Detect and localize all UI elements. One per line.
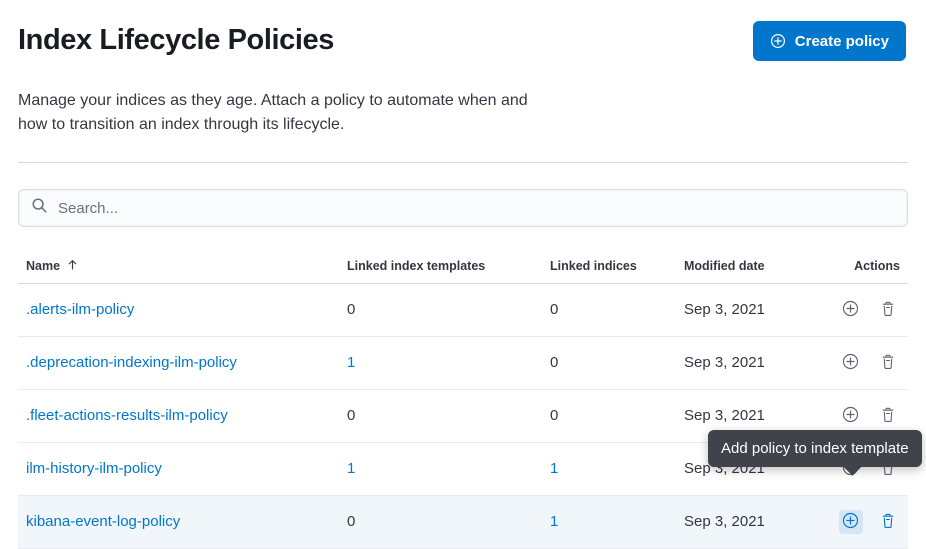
policy-name-link[interactable]: .deprecation-indexing-ilm-policy bbox=[26, 354, 237, 371]
add-policy-to-template-button[interactable] bbox=[839, 351, 863, 375]
tooltip-add-policy-to-template: Add policy to index template bbox=[708, 430, 922, 467]
page-title: Index Lifecycle Policies bbox=[18, 22, 334, 58]
linked-indices-count: 1 bbox=[550, 513, 558, 530]
linked-indices-count: 0 bbox=[550, 354, 558, 371]
linked-templates-count: 0 bbox=[347, 301, 355, 318]
search-input[interactable] bbox=[58, 190, 895, 226]
delete-policy-button[interactable] bbox=[876, 404, 900, 428]
tooltip-text: Add policy to index template bbox=[721, 440, 909, 457]
create-policy-label: Create policy bbox=[795, 33, 889, 50]
plus-in-circle-icon bbox=[842, 353, 859, 373]
linked-templates-count: 1 bbox=[347, 354, 355, 371]
table-header-row: Name Linked index templates Linked indic… bbox=[18, 250, 908, 284]
add-policy-to-template-button[interactable] bbox=[839, 298, 863, 322]
page-description: Manage your indices as they age. Attach … bbox=[18, 89, 908, 137]
linked-indices-count: 0 bbox=[550, 407, 558, 424]
policy-name-link[interactable]: .fleet-actions-results-ilm-policy bbox=[26, 407, 228, 424]
column-header-name-label: Name bbox=[26, 259, 60, 273]
table-row[interactable]: .deprecation-indexing-ilm-policy 1 0 Sep… bbox=[18, 337, 908, 390]
description-line-1: Manage your indices as they age. Attach … bbox=[18, 89, 908, 113]
policy-table: Name Linked index templates Linked indic… bbox=[18, 250, 908, 549]
trash-icon bbox=[880, 354, 896, 373]
delete-policy-button[interactable] bbox=[876, 510, 900, 534]
policy-name-link[interactable]: ilm-history-ilm-policy bbox=[26, 460, 162, 477]
plus-in-circle-icon bbox=[842, 406, 859, 426]
modified-date: Sep 3, 2021 bbox=[684, 354, 765, 371]
table-row[interactable]: .alerts-ilm-policy 0 0 Sep 3, 2021 bbox=[18, 284, 908, 337]
search-box[interactable] bbox=[18, 189, 908, 227]
delete-policy-button[interactable] bbox=[876, 351, 900, 375]
column-header-modified-date: Modified date bbox=[676, 250, 819, 284]
page-header: Index Lifecycle Policies Create policy bbox=[18, 16, 908, 61]
linked-templates-count: 0 bbox=[347, 513, 355, 530]
search-icon bbox=[31, 197, 48, 219]
plus-in-circle-icon bbox=[842, 300, 859, 320]
linked-templates-count: 0 bbox=[347, 407, 355, 424]
trash-icon bbox=[880, 301, 896, 320]
delete-policy-button[interactable] bbox=[876, 298, 900, 322]
policy-name-link[interactable]: .alerts-ilm-policy bbox=[26, 301, 134, 318]
linked-indices-count: 1 bbox=[550, 460, 558, 477]
modified-date: Sep 3, 2021 bbox=[684, 407, 765, 424]
linked-indices-count: 0 bbox=[550, 301, 558, 318]
column-header-actions: Actions bbox=[819, 250, 908, 284]
add-policy-to-template-button[interactable] bbox=[839, 404, 863, 428]
modified-date: Sep 3, 2021 bbox=[684, 301, 765, 318]
linked-templates-count: 1 bbox=[347, 460, 355, 477]
policy-name-link[interactable]: kibana-event-log-policy bbox=[26, 513, 180, 530]
sort-ascending-icon bbox=[66, 258, 79, 274]
modified-date: Sep 3, 2021 bbox=[684, 513, 765, 530]
section-divider bbox=[18, 162, 908, 163]
column-header-linked-templates: Linked index templates bbox=[339, 250, 542, 284]
trash-icon bbox=[880, 513, 896, 532]
table-row[interactable]: kibana-event-log-policy 0 1 Sep 3, 2021 bbox=[18, 496, 908, 549]
add-policy-to-template-button[interactable] bbox=[839, 510, 863, 534]
column-header-linked-indices: Linked indices bbox=[542, 250, 676, 284]
trash-icon bbox=[880, 407, 896, 426]
create-policy-button[interactable]: Create policy bbox=[753, 21, 906, 61]
plus-in-circle-icon bbox=[770, 33, 786, 49]
plus-in-circle-icon bbox=[842, 512, 859, 532]
description-line-2: how to transition an index through its l… bbox=[18, 113, 908, 137]
column-header-name[interactable]: Name bbox=[18, 250, 339, 284]
policy-table-body: .alerts-ilm-policy 0 0 Sep 3, 2021 bbox=[18, 284, 908, 549]
